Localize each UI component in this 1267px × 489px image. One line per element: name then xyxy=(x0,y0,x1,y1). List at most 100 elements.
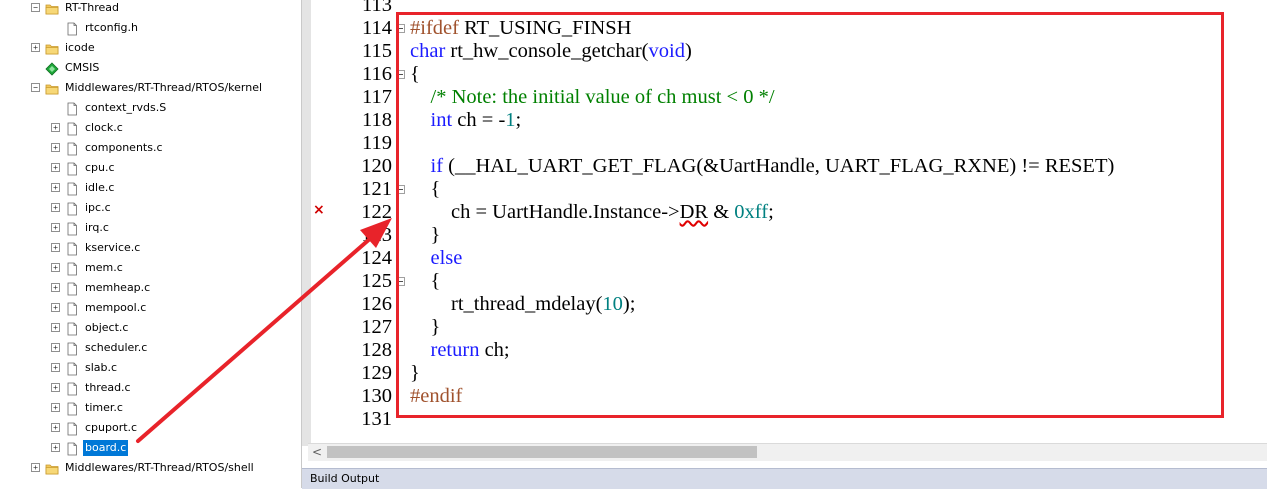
code-line[interactable]: if (__HAL_UART_GET_FLAG(&UartHandle, UAR… xyxy=(410,155,1115,177)
code-line[interactable]: char rt_hw_console_getchar(void) xyxy=(410,40,692,62)
tree-item-label: slab.c xyxy=(85,361,118,374)
line-number: 127 xyxy=(361,316,392,338)
code-line[interactable]: #endif xyxy=(410,385,462,407)
tree-item-label: Middlewares/RT-Thread/RTOS/kernel xyxy=(65,81,263,94)
code-token: { xyxy=(410,63,420,85)
expand-icon[interactable]: + xyxy=(51,403,60,412)
editor-margin xyxy=(302,0,311,446)
expand-icon[interactable]: + xyxy=(51,163,60,172)
code-line[interactable]: { xyxy=(410,178,441,200)
tree-item-label: components.c xyxy=(85,141,163,154)
expand-icon[interactable]: + xyxy=(51,343,60,352)
expand-icon[interactable]: + xyxy=(51,223,60,232)
line-number: 115 xyxy=(362,40,392,62)
expand-icon[interactable]: + xyxy=(51,263,60,272)
tree-item[interactable]: + irq.c xyxy=(0,218,301,238)
code-line[interactable]: { xyxy=(410,270,441,292)
line-number: 120 xyxy=(361,155,392,177)
horizontal-scrollbar[interactable]: < xyxy=(308,443,1267,461)
tree-item-label: memheap.c xyxy=(85,281,151,294)
tree-item[interactable]: + memheap.c xyxy=(0,278,301,298)
code-line[interactable]: else xyxy=(410,247,463,269)
tree-item[interactable]: + mempool.c xyxy=(0,298,301,318)
tree-item[interactable]: + cpuport.c xyxy=(0,418,301,438)
fold-collapse-icon[interactable] xyxy=(396,70,405,79)
file-icon xyxy=(65,261,79,276)
tree-item[interactable]: + scheduler.c xyxy=(0,338,301,358)
tree-item[interactable]: − Middlewares/RT-Thread/RTOS/kernel xyxy=(0,78,301,98)
tree-item[interactable]: CMSIS xyxy=(0,58,301,78)
code-line[interactable]: } xyxy=(410,316,441,338)
file-icon xyxy=(65,361,79,376)
code-line[interactable]: int ch = -1; xyxy=(410,109,522,131)
code-line[interactable]: /* Note: the initial value of ch must < … xyxy=(410,86,775,108)
file-icon xyxy=(65,21,79,36)
tree-item-label: irq.c xyxy=(85,221,109,234)
tree-item[interactable]: + object.c xyxy=(0,318,301,338)
file-icon xyxy=(65,281,79,296)
tree-item[interactable]: rtconfig.h xyxy=(0,18,301,38)
scrollbar-thumb[interactable] xyxy=(327,446,757,458)
file-icon xyxy=(65,221,79,236)
tree-item[interactable]: + icode xyxy=(0,38,301,58)
component-icon xyxy=(45,61,59,76)
tree-item[interactable]: + timer.c xyxy=(0,398,301,418)
code-token: void xyxy=(648,40,685,62)
expand-icon[interactable]: + xyxy=(51,143,60,152)
tree-item[interactable]: + Middlewares/RT-Thread/RTOS/shell xyxy=(0,458,301,478)
code-line[interactable]: ch = UartHandle.Instance->DR & 0xff; xyxy=(410,201,774,223)
tree-item[interactable]: + cpu.c xyxy=(0,158,301,178)
collapse-icon[interactable]: − xyxy=(31,3,40,12)
tree-item[interactable]: + thread.c xyxy=(0,378,301,398)
code-line[interactable]: } xyxy=(410,362,420,384)
expand-icon[interactable]: + xyxy=(51,183,60,192)
tree-item[interactable]: + ipc.c xyxy=(0,198,301,218)
code-token: rt_hw_console_getchar( xyxy=(445,40,649,62)
tree-item[interactable]: + mem.c xyxy=(0,258,301,278)
tree-item[interactable]: context_rvds.S xyxy=(0,98,301,118)
line-number: 118 xyxy=(362,109,392,131)
expand-icon[interactable]: + xyxy=(51,323,60,332)
file-icon xyxy=(65,161,79,176)
tree-item[interactable]: + idle.c xyxy=(0,178,301,198)
expand-icon[interactable]: + xyxy=(51,283,60,292)
tree-item[interactable]: + kservice.c xyxy=(0,238,301,258)
code-line[interactable]: } xyxy=(410,224,441,246)
expand-icon[interactable]: + xyxy=(51,123,60,132)
tree-item[interactable]: + components.c xyxy=(0,138,301,158)
collapse-icon[interactable]: − xyxy=(31,83,40,92)
build-output-panel[interactable]: Build Output xyxy=(302,468,1267,489)
code-line[interactable]: #ifdef RT_USING_FINSH xyxy=(410,17,631,39)
tree-item-label: RT-Thread xyxy=(65,1,119,14)
tree-item[interactable]: − RT-Thread xyxy=(0,0,301,18)
expand-icon[interactable]: + xyxy=(51,383,60,392)
tree-item[interactable]: + clock.c xyxy=(0,118,301,138)
fold-collapse-icon[interactable] xyxy=(396,24,405,33)
tree-item[interactable]: + board.c xyxy=(0,438,301,458)
code-token: 10 xyxy=(602,293,623,315)
expand-icon[interactable]: + xyxy=(31,43,40,52)
expand-icon[interactable]: + xyxy=(51,423,60,432)
tree-item-label: mem.c xyxy=(85,261,123,274)
expand-icon[interactable]: + xyxy=(51,303,60,312)
code-token: 0xff xyxy=(734,201,769,223)
expand-icon[interactable]: + xyxy=(51,443,60,452)
expand-icon[interactable]: + xyxy=(51,243,60,252)
code-line[interactable]: rt_thread_mdelay(10); xyxy=(410,293,635,315)
file-icon xyxy=(65,401,79,416)
project-tree[interactable]: − RT-Thread rtconfig.h + icode CMSIS − Middlewa… xyxy=(0,0,302,488)
tree-item[interactable]: + slab.c xyxy=(0,358,301,378)
code-token: if xyxy=(430,155,444,177)
tree-item-label: cpuport.c xyxy=(85,421,138,434)
expand-icon[interactable]: + xyxy=(31,463,40,472)
fold-collapse-icon[interactable] xyxy=(396,185,405,194)
expand-icon[interactable]: + xyxy=(51,363,60,372)
code-editor[interactable]: × 113 114 #ifdef RT_USING_FINSH 115 char rt_… xyxy=(302,0,1267,446)
fold-collapse-icon[interactable] xyxy=(396,277,405,286)
code-line[interactable]: { xyxy=(410,63,420,85)
code-line[interactable]: return ch; xyxy=(410,339,510,361)
expand-icon[interactable]: + xyxy=(51,203,60,212)
code-token: ; xyxy=(768,201,774,223)
scroll-left-icon[interactable]: < xyxy=(312,445,322,459)
